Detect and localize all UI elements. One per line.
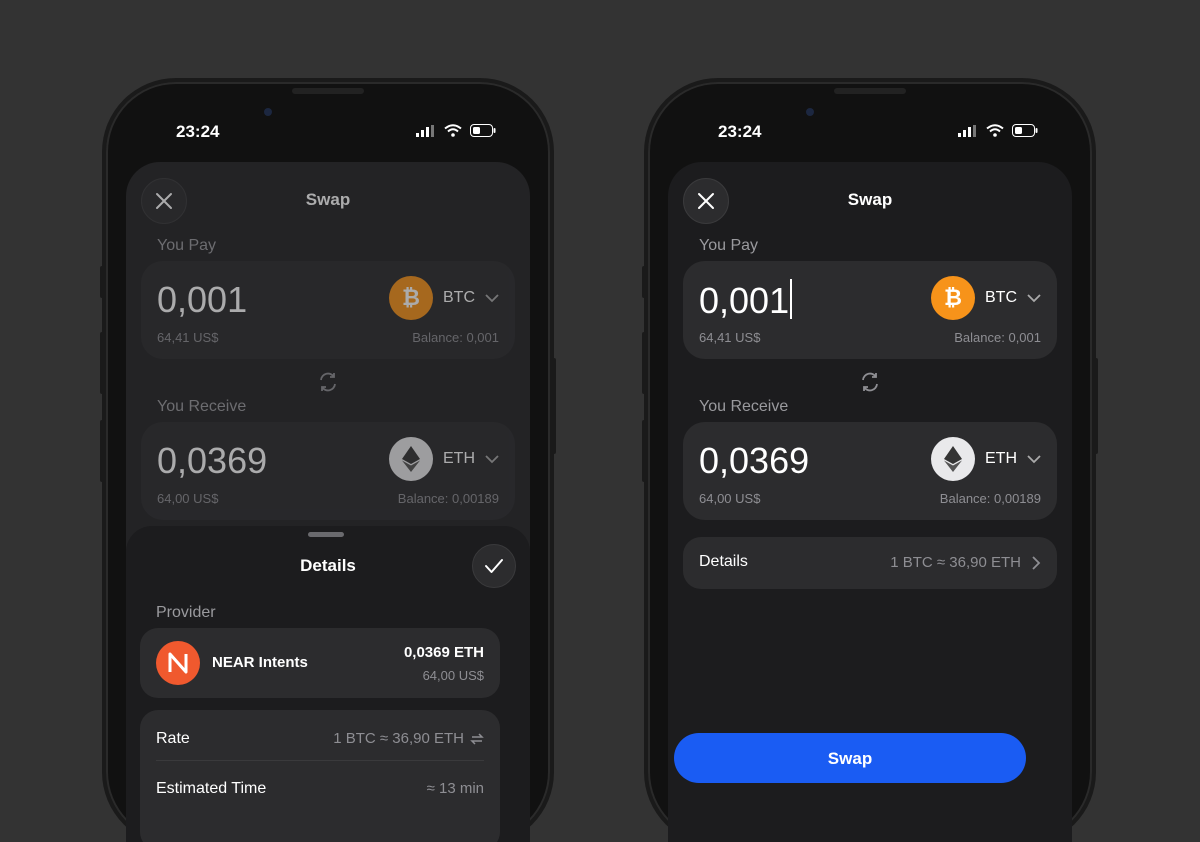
page-title: Swap <box>305 190 351 209</box>
pay-card[interactable]: 0,001 64,41 US$ Balance: 0,001 ₿ BTC <box>141 261 515 359</box>
sheet-grabber[interactable] <box>308 532 344 537</box>
receive-balance: Balance: 0,00189 <box>939 491 1041 506</box>
status-icons <box>958 124 1038 137</box>
pay-usd: 64,41 US$ <box>699 330 761 345</box>
front-camera <box>264 108 272 116</box>
pay-token-symbol: BTC <box>985 289 1017 306</box>
chevron-down-icon <box>1027 454 1041 463</box>
pay-balance: Balance: 0,001 <box>412 330 499 345</box>
battery-icon <box>1012 124 1038 137</box>
status-icons <box>416 124 496 137</box>
rate-value: 1 BTC ≈ 36,90 ETH <box>333 730 464 747</box>
pay-token-symbol: BTC <box>443 289 475 306</box>
info-card: Rate 1 BTC ≈ 36,90 ETH Estimated Time ≈ … <box>140 710 500 842</box>
status-bar: 23:24 <box>648 120 1092 144</box>
swap-direction-icon[interactable] <box>858 370 882 394</box>
details-rate: 1 BTC ≈ 36,90 ETH <box>890 554 1021 571</box>
volume-up-button <box>642 332 646 394</box>
page-title: Swap <box>847 190 893 209</box>
eth-icon <box>931 437 975 481</box>
chevron-right-icon <box>1032 556 1041 570</box>
volume-down-button <box>100 420 104 482</box>
you-pay-label: You Pay <box>157 237 217 254</box>
time-row: Estimated Time ≈ 13 min <box>156 764 484 812</box>
receive-card[interactable]: 0,0369 64,00 US$ Balance: 0,00189 ETH <box>683 422 1057 520</box>
screen: Swap You Pay 0,001 64,41 US$ Balance: 0,… <box>126 162 530 842</box>
receive-token-symbol: ETH <box>985 450 1017 467</box>
refresh-icon[interactable] <box>470 732 484 746</box>
signal-icon <box>416 124 434 137</box>
details-row[interactable]: Details 1 BTC ≈ 36,90 ETH <box>683 537 1057 589</box>
header: Swap <box>668 162 1072 240</box>
confirm-button[interactable] <box>472 544 516 588</box>
pay-amount: 0,001 <box>699 280 790 321</box>
pay-usd: 64,41 US$ <box>157 330 219 345</box>
power-button <box>552 358 556 454</box>
provider-usd: 64,00 US$ <box>422 668 484 683</box>
rate-label: Rate <box>156 730 190 747</box>
you-pay-label: You Pay <box>699 237 759 254</box>
you-receive-label: You Receive <box>699 398 789 415</box>
details-sheet: Details Provider NEAR Intents 0,0369 ETH… <box>126 526 530 842</box>
swap-direction-icon[interactable] <box>316 370 340 394</box>
speaker-grille <box>834 88 906 94</box>
time-value: ≈ 13 min <box>426 780 484 797</box>
receive-card[interactable]: 0,0369 64,00 US$ Balance: 0,00189 ETH <box>141 422 515 520</box>
chevron-down-icon <box>485 454 499 463</box>
receive-token-selector[interactable]: ETH <box>389 437 499 481</box>
rate-row: Rate 1 BTC ≈ 36,90 ETH <box>156 714 484 762</box>
near-icon <box>156 641 200 685</box>
volume-up-button <box>100 332 104 394</box>
status-time: 23:24 <box>718 122 762 141</box>
pay-card[interactable]: 0,001 64,41 US$ Balance: 0,001 ₿ BTC <box>683 261 1057 359</box>
swap-form-dimmed: Swap You Pay 0,001 64,41 US$ Balance: 0,… <box>126 162 530 520</box>
provider-amount: 0,0369 ETH <box>403 644 484 661</box>
front-camera <box>806 108 814 116</box>
swap-button[interactable]: Swap <box>674 733 1026 783</box>
receive-balance: Balance: 0,00189 <box>397 491 499 506</box>
pay-token-selector[interactable]: ₿ BTC <box>931 276 1041 320</box>
status-bar: 23:24 <box>106 120 550 144</box>
speaker-grille <box>292 88 364 94</box>
btc-icon: ₿ <box>389 276 433 320</box>
phone-left: 23:24 Swap You Pay 0,001 64,41 US$ Balan… <box>100 82 556 842</box>
wifi-icon <box>444 124 462 137</box>
provider-card[interactable]: NEAR Intents 0,0369 ETH 64,00 US$ <box>140 628 500 698</box>
eth-icon <box>389 437 433 481</box>
receive-usd: 64,00 US$ <box>699 491 761 506</box>
divider <box>156 760 484 761</box>
you-receive-label: You Receive <box>157 398 247 415</box>
wifi-icon <box>986 124 1004 137</box>
pay-balance: Balance: 0,001 <box>954 330 1041 345</box>
chevron-down-icon <box>485 293 499 302</box>
battery-icon <box>470 124 496 137</box>
receive-token-symbol: ETH <box>443 450 475 467</box>
status-time: 23:24 <box>176 122 220 141</box>
details-label: Details <box>699 553 748 570</box>
signal-icon <box>958 124 976 137</box>
side-button <box>642 266 646 298</box>
pay-token-selector[interactable]: ₿ BTC <box>389 276 499 320</box>
receive-amount: 0,0369 <box>157 440 268 481</box>
text-cursor <box>790 279 793 319</box>
provider-label: Provider <box>156 604 216 621</box>
receive-amount: 0,0369 <box>699 440 810 481</box>
pay-amount[interactable]: 0,001 <box>157 279 247 321</box>
receive-usd: 64,00 US$ <box>157 491 219 506</box>
pay-amount-input[interactable]: 0,001 <box>699 279 793 322</box>
volume-down-button <box>642 420 646 482</box>
chevron-down-icon <box>1027 293 1041 302</box>
time-label: Estimated Time <box>156 780 267 797</box>
btc-icon: ₿ <box>931 276 975 320</box>
provider-name: NEAR Intents <box>212 654 308 671</box>
sheet-title: Details <box>300 556 356 575</box>
receive-token-selector[interactable]: ETH <box>931 437 1041 481</box>
phone-right: 23:24 Swap You Pay 0,001 64,41 US$ Balan… <box>642 82 1098 842</box>
header: Swap <box>126 162 530 240</box>
power-button <box>1094 358 1098 454</box>
checkmark-icon <box>485 559 503 573</box>
side-button <box>100 266 104 298</box>
